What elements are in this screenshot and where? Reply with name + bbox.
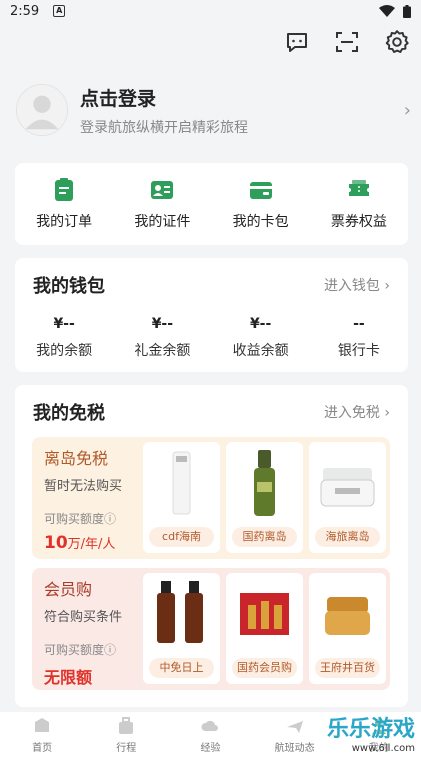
earnings-balance-label: 收益余额 — [232, 343, 289, 359]
duty-free-title: 我的免税 — [33, 403, 105, 424]
product-cdf-hainan[interactable]: cdf海南 — [143, 442, 220, 553]
balance-value: ¥-- — [53, 316, 75, 332]
login-title[interactable]: 点击登录 — [80, 84, 248, 111]
gift-balance-value: ¥-- — [151, 316, 174, 332]
message-icon[interactable] — [283, 28, 311, 56]
scan-icon[interactable] — [333, 28, 361, 56]
my-id-button[interactable]: 我的证件 — [117, 177, 207, 231]
my-card-wallet-label: 我的卡包 — [232, 214, 289, 230]
serum-bottle-icon — [254, 450, 275, 516]
product-wangfujing[interactable]: 王府井百货 — [309, 573, 386, 684]
product-tag: 国药离岛 — [232, 527, 297, 547]
enter-duty-free-link[interactable]: 进入免税 › — [324, 402, 390, 422]
offshore-status: 暂时无法购买 — [44, 479, 123, 494]
settings-icon[interactable] — [383, 28, 411, 56]
offshore-title: 离岛免税 — [44, 449, 109, 468]
wifi-icon — [379, 5, 395, 17]
product-cdf-sunrise[interactable]: 中免日上 — [143, 573, 220, 684]
quick-entry-card: 我的订单 我的证件 我的卡包 票券权益 — [15, 163, 408, 245]
my-orders-label: 我的订单 — [36, 214, 93, 230]
offshore-quota-value: 10万/年/人 — [44, 533, 116, 553]
gift-balance-label: 礼金余额 — [134, 343, 191, 359]
member-purchase-panel[interactable]: 会员购 符合购买条件 可购买额度ⓘ 无限额 中免日上 国药会员购 王府井百货 — [32, 568, 390, 690]
battery-icon — [403, 4, 411, 18]
my-id-label: 我的证件 — [134, 214, 191, 230]
tab-trips[interactable]: 行程 — [96, 716, 156, 754]
product-guoyao-member[interactable]: 国药会员购 — [226, 573, 303, 684]
id-card-icon — [151, 181, 174, 199]
home-icon — [35, 718, 50, 732]
amber-serum-bottles-icon — [157, 581, 203, 643]
product-tag: 中免日上 — [149, 658, 214, 678]
balance-item[interactable]: ¥-- 我的余额 — [19, 316, 109, 360]
vouchers-label: 票券权益 — [330, 214, 387, 230]
member-quota-value: 无限额 — [44, 668, 93, 687]
lotion-tube-icon — [172, 451, 191, 515]
member-quota-label: 可购买额度ⓘ — [44, 643, 117, 657]
my-card-wallet-button[interactable]: 我的卡包 — [216, 177, 306, 231]
chevron-right-icon: › — [403, 99, 411, 121]
product-hailv-offshore[interactable]: 海旅离岛 — [309, 442, 386, 553]
enter-wallet-link[interactable]: 进入钱包 › — [324, 275, 390, 295]
balance-label: 我的余额 — [36, 343, 93, 359]
bank-card-item[interactable]: -- 银行卡 — [314, 316, 404, 360]
ticket-icon — [348, 180, 369, 196]
product-tag: cdf海南 — [149, 527, 214, 547]
tab-home-label: 首页 — [32, 743, 53, 754]
gift-box-icon — [240, 593, 289, 635]
gift-balance-item[interactable]: ¥-- 礼金余额 — [117, 316, 207, 360]
product-tag: 王府井百货 — [315, 658, 380, 678]
wallet-card-icon — [249, 182, 272, 199]
tab-experience[interactable]: 经验 — [180, 716, 240, 754]
tab-experience-label: 经验 — [200, 743, 221, 754]
duty-free-card: 我的免税 进入免税 › 离岛免税 暂时无法购买 可购买额度ⓘ 10万/年/人 c… — [15, 385, 408, 707]
member-purchase-title: 会员购 — [44, 580, 93, 599]
default-avatar-icon — [17, 85, 67, 135]
luggage-icon — [119, 717, 134, 734]
my-orders-button[interactable]: 我的订单 — [19, 177, 109, 231]
product-tag: 海旅离岛 — [315, 527, 380, 547]
avatar[interactable] — [16, 84, 68, 136]
tab-flight-status-label: 航班动态 — [274, 743, 315, 754]
offshore-duty-free-panel[interactable]: 离岛免税 暂时无法购买 可购买额度ⓘ 10万/年/人 cdf海南 国药离岛 海旅… — [32, 437, 390, 559]
plane-icon — [286, 721, 303, 733]
gold-cream-jar-icon — [325, 597, 370, 635]
cloud-icon — [201, 720, 219, 731]
tab-trips-label: 行程 — [116, 743, 137, 754]
product-tag: 国药会员购 — [232, 658, 297, 678]
login-subtitle: 登录航旅纵横开启精彩旅程 — [80, 119, 248, 136]
bank-card-label: 银行卡 — [337, 343, 380, 359]
notification-icon: A — [53, 5, 66, 17]
cream-jar-icon — [320, 468, 375, 507]
bank-card-value: -- — [353, 316, 365, 332]
product-guoyao-offshore[interactable]: 国药离岛 — [226, 442, 303, 553]
wallet-title: 我的钱包 — [33, 276, 105, 297]
vouchers-button[interactable]: 票券权益 — [314, 177, 404, 231]
member-purchase-status: 符合购买条件 — [44, 610, 123, 625]
earnings-balance-value: ¥-- — [249, 316, 272, 332]
status-time: 2:59 — [10, 3, 40, 19]
site-watermark: 乐乐游戏 www.6ll.com — [326, 717, 415, 754]
login-profile-row[interactable]: 点击登录 登录航旅纵横开启精彩旅程 › — [16, 80, 411, 140]
tab-flight-status[interactable]: 航班动态 — [265, 716, 325, 754]
status-bar: 2:59 A — [0, 0, 421, 22]
tab-home[interactable]: 首页 — [12, 716, 72, 754]
offshore-quota-label: 可购买额度ⓘ — [44, 512, 117, 526]
top-action-bar — [283, 28, 411, 56]
earnings-balance-item[interactable]: ¥-- 收益余额 — [216, 316, 306, 360]
wallet-card: 我的钱包 进入钱包 › ¥-- 我的余额 ¥-- 礼金余额 ¥-- 收益余额 -… — [15, 258, 408, 372]
order-icon — [55, 178, 74, 201]
